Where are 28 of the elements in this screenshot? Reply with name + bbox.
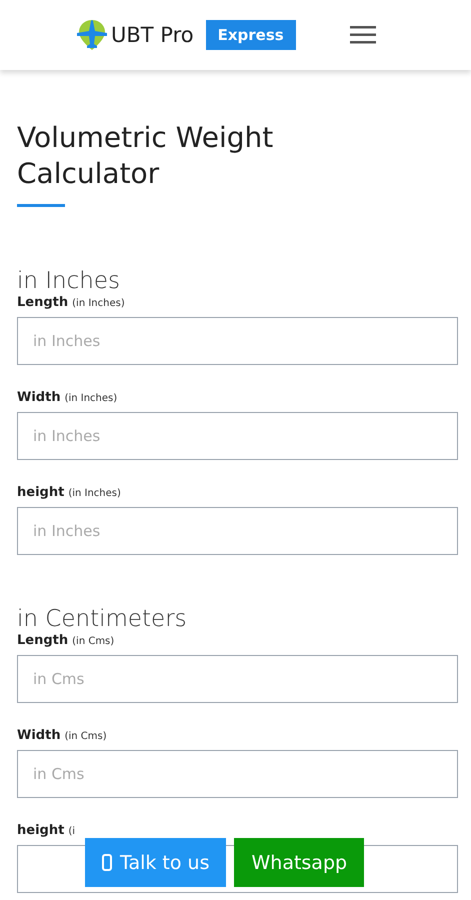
title-underline <box>17 204 65 207</box>
field-label: Length <box>17 633 68 648</box>
whatsapp-button[interactable]: Whatsapp <box>234 838 364 887</box>
section-heading: in Inches <box>17 267 121 295</box>
menu-icon[interactable] <box>350 25 376 45</box>
input-field[interactable]: in Inches <box>17 507 458 555</box>
unit-hint: (in Inches) <box>64 393 118 404</box>
talk-button[interactable]: Talk to us <box>85 838 226 887</box>
unit-hint: (in Inches) <box>72 298 125 309</box>
input-field[interactable]: in Inches <box>17 317 458 365</box>
unit-hint: (in Cms) <box>64 731 107 742</box>
page-title: Volumetric Weight Calculator <box>17 120 274 192</box>
unit-hint: (i <box>68 826 75 837</box>
unit-hint: (in Inches) <box>68 488 121 499</box>
section-heading: in Centimeters <box>17 605 188 633</box>
field-label: Length <box>17 295 68 310</box>
brand-name: UBT Pro <box>111 23 194 47</box>
input-field[interactable]: in Inches <box>17 412 458 460</box>
logo-icon <box>76 18 108 52</box>
input-field[interactable]: in Cms <box>17 750 458 798</box>
field-label: Width <box>17 390 61 405</box>
field-label: height <box>17 823 64 838</box>
unit-hint: (in Cms) <box>72 636 114 647</box>
phone-icon <box>102 854 112 871</box>
field-label: Width <box>17 728 61 743</box>
express-badge: Express <box>206 20 296 50</box>
input-field[interactable]: in Cms <box>17 655 458 703</box>
field-label: height <box>17 485 64 500</box>
